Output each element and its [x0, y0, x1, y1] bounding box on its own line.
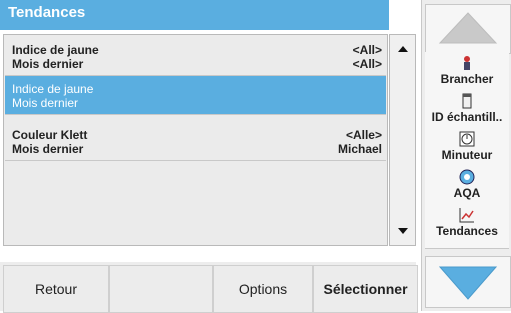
arrow-up-icon: [438, 12, 498, 44]
trend-chart-icon: [425, 206, 509, 224]
aqa-label: AQA: [453, 186, 481, 200]
list-item-title: Indice de jaune: [12, 82, 94, 96]
select-button[interactable]: Sélectionner: [313, 265, 418, 313]
aqa-icon: [425, 168, 509, 186]
connect-label: Brancher: [440, 72, 494, 86]
sample-id-label: ID échantill..: [431, 110, 503, 124]
triangle-down-icon: [398, 228, 408, 234]
sidebar: Brancher ID échantill.. Minuteur AQA Ten…: [421, 0, 511, 311]
trend-list: Indice de jaune Mois dernier <All> <All>…: [3, 34, 388, 246]
list-item[interactable]: Couleur Klett Mois dernier <Alle> Michae…: [5, 122, 386, 161]
list-item-selected[interactable]: Indice de jaune Mois dernier: [5, 76, 386, 115]
list-item-title: Couleur Klett: [12, 128, 88, 142]
list-scrollbar[interactable]: [389, 34, 416, 246]
timer-button[interactable]: Minuteur: [425, 128, 509, 167]
page-title: Tendances: [0, 0, 389, 30]
timer-icon: [425, 130, 509, 148]
list-item-period: Mois dernier: [12, 142, 84, 156]
arrow-down-icon: [438, 266, 498, 300]
back-button[interactable]: Retour: [3, 265, 109, 313]
scroll-up-button[interactable]: [390, 35, 415, 63]
page-down-button[interactable]: [425, 256, 511, 308]
list-item-filter: <All>: [352, 43, 382, 57]
list-item-user: <All>: [352, 57, 382, 71]
scroll-down-button[interactable]: [390, 217, 415, 245]
person-icon: [425, 54, 509, 72]
options-button[interactable]: Options: [213, 265, 313, 313]
page-up-button[interactable]: [425, 4, 511, 54]
list-item-title: Indice de jaune: [12, 43, 99, 57]
list-item[interactable]: Indice de jaune Mois dernier <All> <All>: [5, 37, 386, 76]
list-item-filter: <Alle>: [345, 128, 382, 142]
trends-button[interactable]: Tendances: [425, 204, 509, 249]
aqa-button[interactable]: AQA: [425, 166, 509, 205]
triangle-up-icon: [398, 46, 408, 52]
list-item-period: Mois dernier: [12, 96, 79, 110]
bottom-bar: Retour Options Sélectionner: [0, 262, 418, 313]
list-item-user: Michael: [337, 142, 382, 156]
sample-id-button[interactable]: ID échantill..: [425, 90, 509, 129]
sample-bottle-icon: [425, 92, 509, 110]
timer-label: Minuteur: [441, 148, 493, 162]
connect-button[interactable]: Brancher: [425, 52, 509, 91]
trends-label: Tendances: [436, 224, 498, 238]
list-item-period: Mois dernier: [12, 57, 84, 71]
empty-button: [109, 265, 213, 313]
